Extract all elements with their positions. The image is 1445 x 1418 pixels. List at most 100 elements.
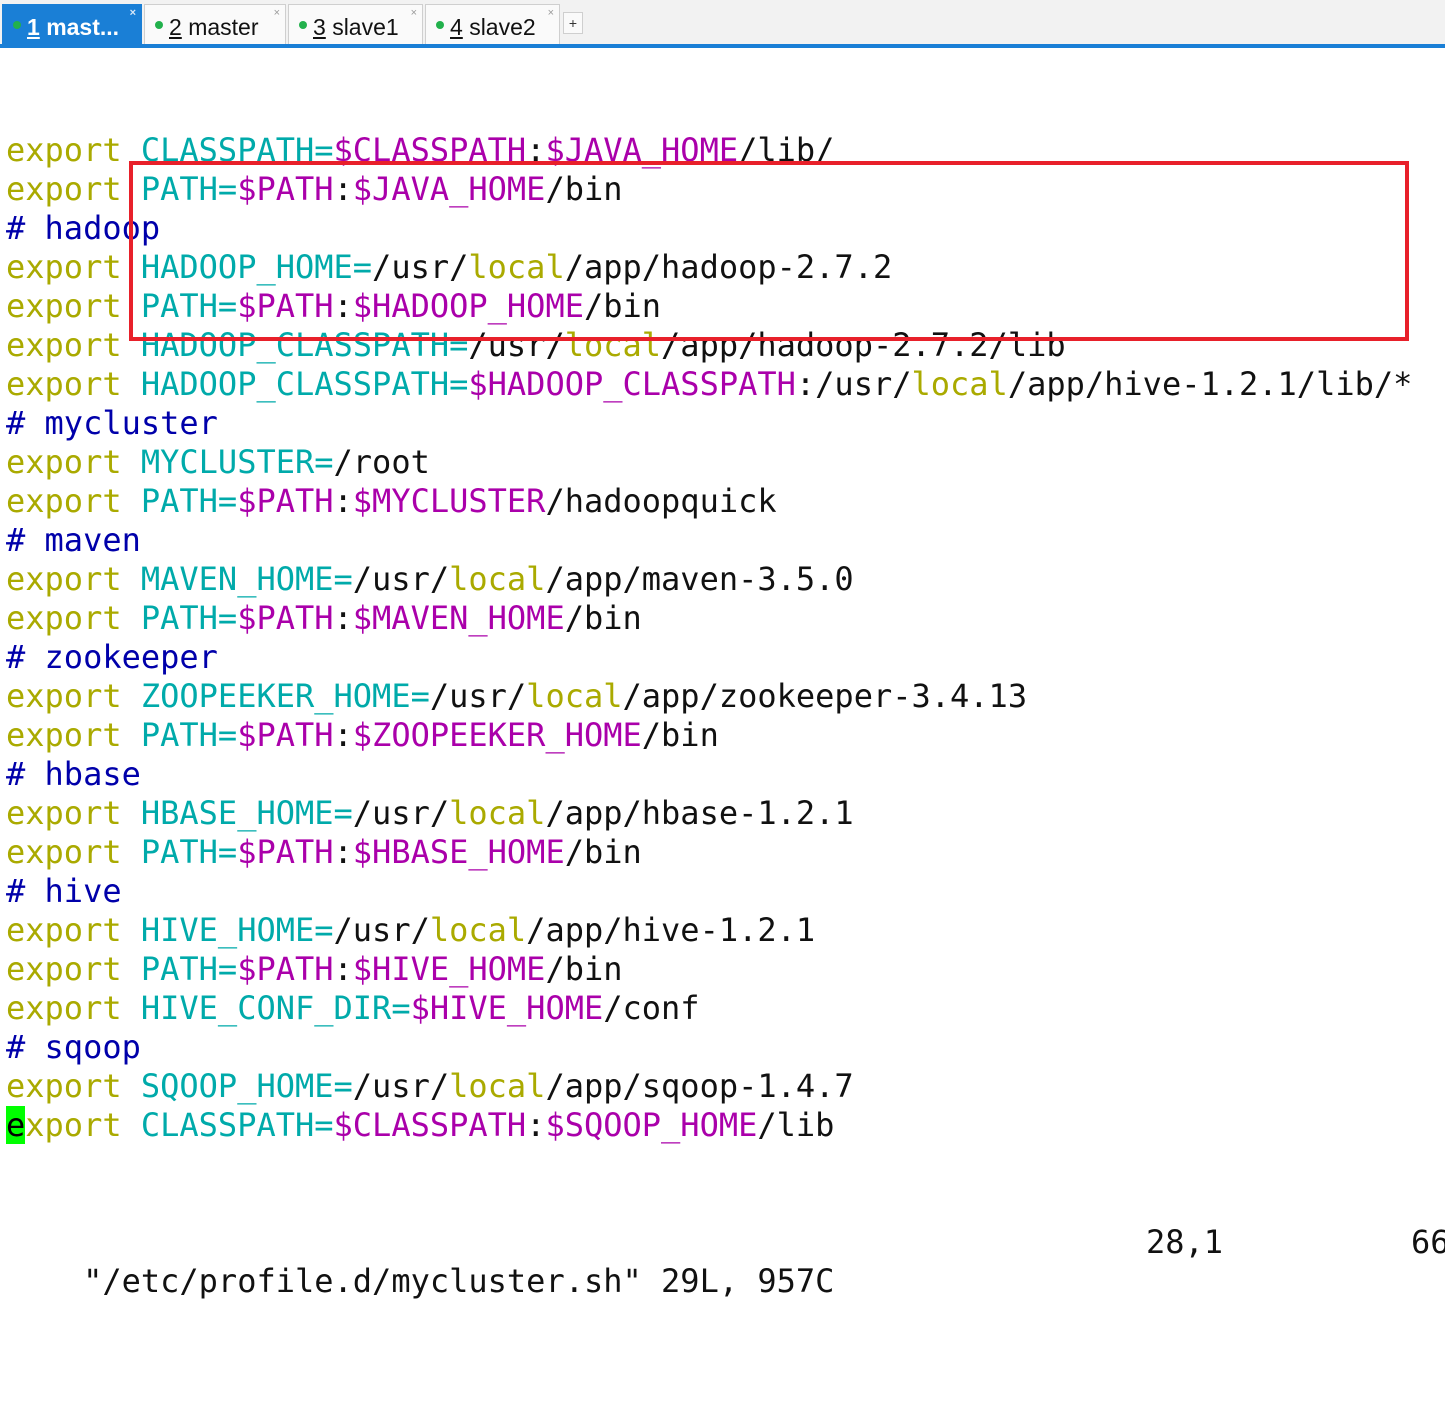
tab-2[interactable]: 2 master × bbox=[144, 4, 286, 44]
text-token: /lib bbox=[757, 1106, 835, 1144]
variable-ref-token: $PATH bbox=[237, 716, 334, 754]
editor-line[interactable]: export HADOOP_CLASSPATH=$HADOOP_CLASSPAT… bbox=[6, 365, 1445, 404]
tab-label: slave1 bbox=[332, 14, 399, 40]
editor-line[interactable]: export PATH=$PATH:$MAVEN_HOME/bin bbox=[6, 599, 1445, 638]
variable-ref-token: $MYCLUSTER bbox=[352, 482, 546, 520]
tab-number: 1 bbox=[27, 14, 40, 40]
keyword-token: export bbox=[6, 833, 122, 871]
local-token: local bbox=[449, 560, 546, 598]
text-token: /app/hive-1.2.1/lib/* bbox=[1007, 365, 1413, 403]
comment-token: # sqoop bbox=[6, 1028, 141, 1066]
tab-1[interactable]: 1 mast... × bbox=[2, 4, 142, 44]
editor-line[interactable]: export PATH=$PATH:$MYCLUSTER/hadoopquick bbox=[6, 482, 1445, 521]
text-token: /bin bbox=[641, 716, 719, 754]
variable-ref-token: $MAVEN_HOME bbox=[352, 599, 565, 637]
editor-line[interactable]: export MAVEN_HOME=/usr/local/app/maven-3… bbox=[6, 560, 1445, 599]
variable-ref-token: $PATH bbox=[237, 482, 334, 520]
new-tab-button[interactable]: + bbox=[563, 12, 583, 34]
comment-token: # hive bbox=[6, 872, 122, 910]
annotation-highlight-box bbox=[129, 161, 1409, 341]
tab-label: mast... bbox=[46, 14, 120, 40]
cursor: e bbox=[6, 1106, 26, 1144]
variable-token: HADOOP_CLASSPATH= bbox=[140, 365, 469, 403]
text-token: /bin bbox=[564, 833, 642, 871]
editor-line[interactable]: export HBASE_HOME=/usr/local/app/hbase-1… bbox=[6, 794, 1445, 833]
local-token: local bbox=[449, 794, 546, 832]
variable-token: MAVEN_HOME= bbox=[140, 560, 353, 598]
text-token: /usr/ bbox=[333, 911, 430, 949]
tab-number: 2 bbox=[169, 14, 182, 40]
session-status-dot bbox=[155, 21, 163, 29]
variable-ref-token: $HADOOP_CLASSPATH bbox=[468, 365, 796, 403]
editor-line[interactable]: # maven bbox=[6, 521, 1445, 560]
editor-line[interactable]: export CLASSPATH=$CLASSPATH:$SQOOP_HOME/… bbox=[6, 1106, 1445, 1145]
local-token: local bbox=[911, 365, 1008, 403]
vim-status-line: "/etc/profile.d/mycluster.sh" 29L, 957C … bbox=[6, 1223, 1445, 1300]
tab-number: 3 bbox=[313, 14, 326, 40]
editor-line[interactable]: export HIVE_CONF_DIR=$HIVE_HOME/conf bbox=[6, 989, 1445, 1028]
text-token: /app/hbase-1.2.1 bbox=[545, 794, 854, 832]
variable-token: PATH= bbox=[140, 716, 238, 754]
keyword-token: xport bbox=[25, 1106, 122, 1144]
local-token: local bbox=[429, 911, 527, 949]
editor-line[interactable]: export PATH=$PATH:$HBASE_HOME/bin bbox=[6, 833, 1445, 872]
text-token: : bbox=[333, 950, 353, 988]
editor-line[interactable]: export MYCLUSTER=/root bbox=[6, 443, 1445, 482]
tab-bar-underline bbox=[0, 44, 1445, 48]
close-icon[interactable]: × bbox=[274, 7, 280, 19]
close-icon[interactable]: × bbox=[411, 7, 417, 19]
editor-line[interactable]: # sqoop bbox=[6, 1028, 1445, 1067]
keyword-token: export bbox=[6, 287, 122, 325]
keyword-token: export bbox=[6, 1067, 122, 1105]
editor-line[interactable]: # hive bbox=[6, 872, 1445, 911]
keyword-token: export bbox=[6, 989, 122, 1027]
keyword-token: export bbox=[6, 950, 122, 988]
editor-line[interactable]: # hbase bbox=[6, 755, 1445, 794]
text-token: /app/maven-3.5.0 bbox=[545, 560, 854, 598]
text-token: /usr/ bbox=[352, 560, 450, 598]
session-status-dot bbox=[299, 21, 307, 29]
tab-label: slave2 bbox=[469, 14, 536, 40]
local-token: local bbox=[449, 1067, 546, 1105]
variable-token: PATH= bbox=[140, 833, 238, 871]
variable-ref-token: $ZOOPEEKER_HOME bbox=[352, 716, 642, 754]
session-status-dot bbox=[13, 21, 21, 29]
variable-ref-token: $SQOOP_HOME bbox=[545, 1106, 758, 1144]
editor-line[interactable]: export PATH=$PATH:$ZOOPEEKER_HOME/bin bbox=[6, 716, 1445, 755]
editor-line[interactable]: export PATH=$PATH:$HIVE_HOME/bin bbox=[6, 950, 1445, 989]
tab-3[interactable]: 3 slave1 × bbox=[288, 4, 423, 44]
editor-line[interactable]: # zookeeper bbox=[6, 638, 1445, 677]
text-token: : bbox=[333, 716, 353, 754]
editor-line[interactable]: # mycluster bbox=[6, 404, 1445, 443]
local-token: local bbox=[526, 677, 623, 715]
text-token: : bbox=[333, 599, 353, 637]
text-token: :/usr/ bbox=[795, 365, 912, 403]
variable-token: PATH= bbox=[140, 950, 238, 988]
text-token: /usr/ bbox=[352, 794, 450, 832]
variable-token: HIVE_CONF_DIR= bbox=[140, 989, 411, 1027]
editor-line[interactable]: export HIVE_HOME=/usr/local/app/hive-1.2… bbox=[6, 911, 1445, 950]
close-icon[interactable]: × bbox=[548, 7, 554, 19]
tab-bar: 1 mast... × 2 master × 3 slave1 × 4 slav… bbox=[0, 0, 1445, 44]
variable-ref-token: $PATH bbox=[237, 950, 334, 988]
keyword-token: export bbox=[6, 326, 122, 364]
close-icon[interactable]: × bbox=[130, 7, 136, 19]
keyword-token: export bbox=[6, 560, 122, 598]
variable-ref-token: $CLASSPATH bbox=[333, 1106, 527, 1144]
variable-token: HIVE_HOME= bbox=[140, 911, 334, 949]
editor-line[interactable]: export ZOOPEEKER_HOME=/usr/local/app/zoo… bbox=[6, 677, 1445, 716]
keyword-token: export bbox=[6, 170, 122, 208]
keyword-token: export bbox=[6, 248, 122, 286]
tab-4[interactable]: 4 slave2 × bbox=[425, 4, 560, 44]
variable-ref-token: $PATH bbox=[237, 599, 334, 637]
editor-line[interactable]: export SQOOP_HOME=/usr/local/app/sqoop-1… bbox=[6, 1067, 1445, 1106]
